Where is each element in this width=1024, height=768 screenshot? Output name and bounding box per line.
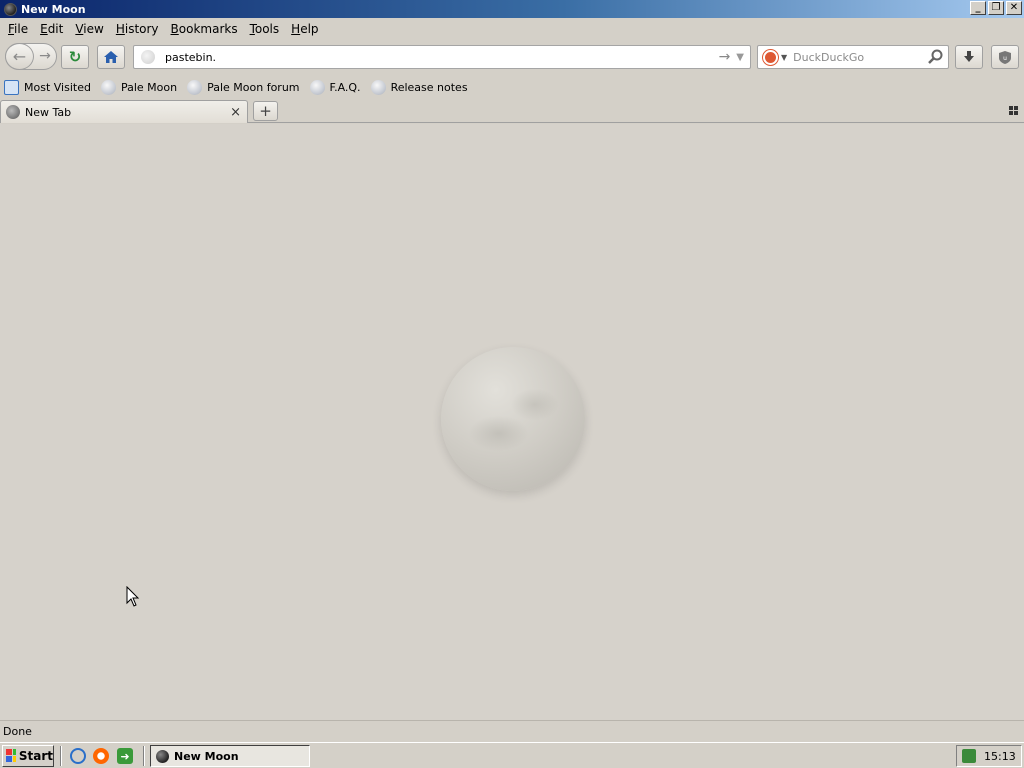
shield-icon: u: [999, 50, 1011, 64]
pale-moon-globe-icon: [370, 79, 386, 95]
network-tray-icon[interactable]: [962, 749, 976, 763]
tab-groups-grid-icon[interactable]: [1009, 106, 1018, 115]
url-history-dropdown-icon[interactable]: ▼: [736, 52, 744, 63]
clock: 15:13: [984, 749, 1016, 763]
navigation-toolbar: ← → ↻ pastebin. → ▼ ▼ DuckDuckGo u: [0, 40, 1024, 74]
menu-tools[interactable]: Tools: [244, 22, 286, 36]
download-arrow-icon: [964, 51, 974, 62]
menu-bookmarks[interactable]: Bookmarks: [165, 22, 244, 36]
bookmark-release-notes[interactable]: Release notes: [370, 79, 468, 95]
pale-moon-logo: [441, 347, 585, 491]
internet-explorer-icon[interactable]: [70, 748, 86, 764]
tab-strip: New Tab × +: [0, 99, 1024, 123]
menu-edit[interactable]: Edit: [34, 22, 69, 36]
most-visited-icon: [4, 79, 19, 95]
bookmark-pale-moon[interactable]: Pale Moon: [100, 79, 177, 95]
search-input[interactable]: DuckDuckGo: [793, 51, 927, 64]
menu-history[interactable]: History: [110, 22, 165, 36]
status-text: Done: [3, 725, 32, 738]
tab-new-tab[interactable]: New Tab ×: [0, 100, 248, 123]
go-arrow-icon[interactable]: →: [719, 49, 731, 65]
duckduckgo-icon[interactable]: [763, 49, 778, 65]
taskbar-window-new-moon[interactable]: New Moon: [150, 745, 310, 767]
search-engine-dropdown-icon[interactable]: ▼: [781, 53, 787, 62]
back-forward-group: ← →: [5, 43, 57, 70]
site-favicon-icon: [141, 50, 155, 64]
browser-quicklaunch-icon[interactable]: [93, 748, 109, 764]
menu-bar: File Edit View History Bookmarks Tools H…: [0, 18, 1024, 40]
back-arrow-icon: ←: [12, 47, 27, 66]
magnifier-icon[interactable]: [927, 49, 943, 65]
minimize-button[interactable]: _: [970, 1, 986, 15]
pale-moon-globe-icon: [100, 79, 116, 95]
reload-icon: ↻: [68, 48, 82, 66]
menu-help[interactable]: Help: [285, 22, 324, 36]
pale-moon-globe-icon: [309, 79, 325, 95]
new-moon-app-icon: [4, 2, 17, 16]
bookmark-most-visited[interactable]: Most Visited: [4, 79, 91, 95]
svg-text:u: u: [1003, 55, 1007, 62]
window-controls: _ ❐ ✕: [970, 1, 1022, 15]
mouse-cursor-icon: [126, 586, 140, 607]
page-content: [0, 124, 1024, 720]
title-bar[interactable]: New Moon _ ❐ ✕: [0, 0, 1024, 18]
bookmark-faq[interactable]: F.A.Q.: [309, 79, 361, 95]
bookmark-pale-moon-forum[interactable]: Pale Moon forum: [187, 79, 300, 95]
search-bar[interactable]: ▼ DuckDuckGo: [757, 45, 949, 69]
system-tray: 15:13: [956, 745, 1022, 767]
url-text[interactable]: pastebin.: [165, 51, 719, 64]
back-button[interactable]: ←: [5, 43, 34, 70]
tab-label: New Tab: [25, 105, 72, 119]
new-moon-app-icon: [156, 749, 169, 763]
show-desktop-icon[interactable]: ➜: [117, 748, 133, 764]
quicklaunch-separator: [143, 746, 145, 766]
taskbar: Start ➜ New Moon 15:13: [0, 742, 1024, 768]
windows-logo-icon: [6, 749, 16, 763]
status-bar: Done: [0, 720, 1024, 742]
menu-file[interactable]: File: [2, 22, 34, 36]
adblock-shield-button[interactable]: u: [991, 45, 1019, 69]
pale-moon-globe-icon: [187, 79, 203, 95]
tab-close-icon[interactable]: ×: [230, 105, 241, 120]
bookmarks-toolbar: Most Visited Pale Moon Pale Moon forum F…: [0, 76, 1024, 98]
menu-view[interactable]: View: [69, 22, 109, 36]
start-button[interactable]: Start: [2, 745, 54, 767]
home-icon: [104, 51, 118, 63]
home-button[interactable]: [97, 45, 125, 69]
close-button[interactable]: ✕: [1006, 1, 1022, 15]
window-title: New Moon: [21, 2, 86, 16]
tab-favicon-icon: [6, 105, 20, 119]
forward-button[interactable]: →: [36, 47, 54, 65]
downloads-button[interactable]: [955, 45, 983, 69]
forward-arrow-icon: →: [39, 48, 51, 64]
quicklaunch-separator: [60, 746, 62, 766]
new-tab-button[interactable]: +: [253, 101, 278, 121]
reload-button[interactable]: ↻: [61, 45, 89, 69]
restore-button[interactable]: ❐: [988, 1, 1004, 15]
url-bar[interactable]: pastebin. → ▼: [133, 45, 751, 69]
